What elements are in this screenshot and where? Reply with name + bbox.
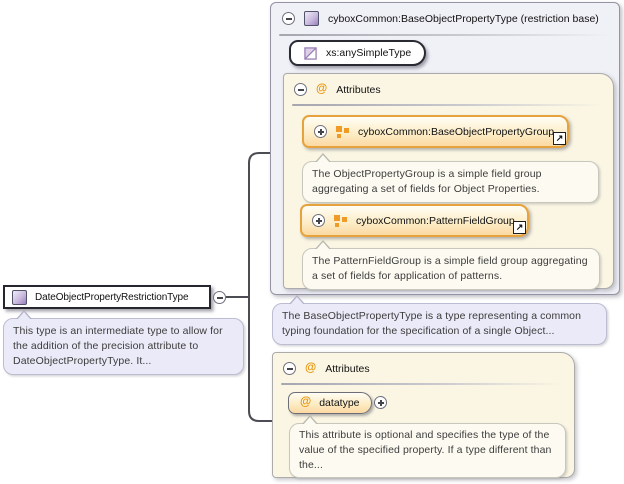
collapse-icon[interactable] [294,83,307,96]
expand-icon[interactable] [374,396,387,409]
base-type-panel-header: cyboxCommon:BaseObjectPropertyType (rest… [282,11,609,26]
attribute-group-icon [336,126,349,138]
separator [292,104,604,106]
complex-type-icon [304,11,319,26]
base-simple-type-label: xs:anySimpleType [326,47,412,59]
attribute-group-baseobjectpropertygroup[interactable]: cyboxCommon:BaseObjectPropertyGroup ↗ [302,115,569,148]
main-type-annotation: This type is an intermediate type to all… [3,310,244,375]
main-type-label: DateObjectPropertyRestrictionType [35,291,189,303]
base-type-annotation: The BaseObjectPropertyType is a type rep… [272,295,607,345]
base-attributes-section: @ Attributes cyboxCommon:BaseObjectPrope… [283,73,614,290]
base-type-title: cyboxCommon:BaseObjectPropertyType (rest… [328,12,599,25]
expand-icon[interactable] [314,125,327,138]
annotation-note: The PatternFieldGroup is a simple field … [302,240,600,290]
annotation-note: The ObjectPropertyGroup is a simple fiel… [302,153,599,203]
base-simple-type-badge[interactable]: xs:anySimpleType [289,40,427,66]
separator [279,34,611,36]
complex-type-icon [12,289,27,305]
attribute-group-icon [334,215,347,227]
expand-icon[interactable] [312,214,325,227]
attribute-icon: @ [300,396,312,409]
separator [281,383,565,385]
collapse-icon[interactable] [282,12,295,25]
goto-definition-icon[interactable]: ↗ [513,221,526,234]
base-type-panel: cyboxCommon:BaseObjectPropertyType (rest… [270,2,620,295]
attribute-group-label: cyboxCommon:BaseObjectPropertyGroup [358,125,555,138]
attributes-header-label: Attributes [325,362,370,375]
attribute-icon: @ [316,82,328,95]
collapse-icon[interactable] [213,291,226,304]
simple-type-icon [304,46,317,60]
attribute-datatype[interactable]: @ datatype [288,392,372,414]
collapse-icon[interactable] [283,362,296,375]
goto-definition-icon[interactable]: ↗ [553,132,566,145]
main-type-box[interactable]: DateObjectPropertyRestrictionType [3,285,211,309]
attributes-header-label: Attributes [336,83,381,96]
attribute-name-label: datatype [319,397,360,409]
own-attributes-panel: @ Attributes @ datatype This attribute i… [272,352,575,478]
attribute-icon: @ [305,361,317,374]
own-attributes-header: @ Attributes [283,362,370,375]
attribute-group-label: cyboxCommon:PatternFieldGroup [356,214,515,227]
base-attributes-header: @ Attributes [294,83,381,96]
attribute-annotation: This attribute is optional and specifies… [289,415,566,478]
attribute-group-patternfieldgroup[interactable]: cyboxCommon:PatternFieldGroup ↗ [300,204,529,237]
